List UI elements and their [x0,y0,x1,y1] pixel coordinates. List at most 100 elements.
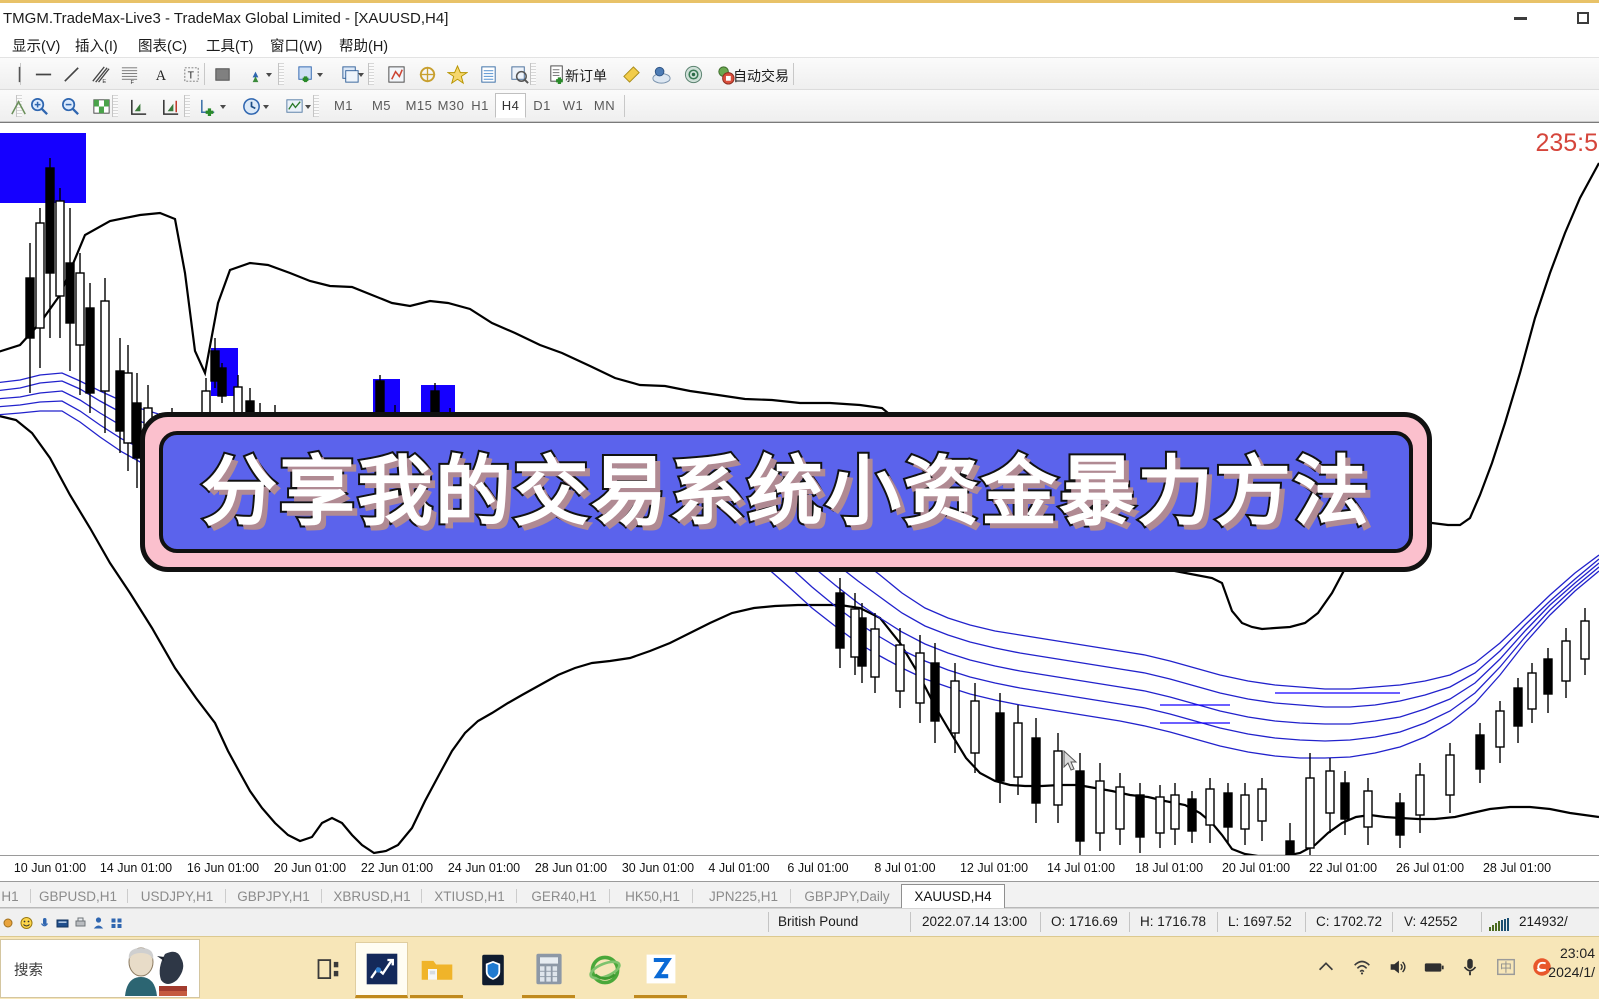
timeframe-button-d1[interactable]: D1 [527,93,557,118]
chart-tab-xbrusd-h1[interactable]: XBRUSD,H1 [325,885,419,907]
chart-shift-button[interactable] [157,93,183,119]
new-order-button[interactable] [544,61,570,87]
menu-item-2[interactable]: 图表(C) [136,35,189,55]
autotrading-button[interactable] [712,61,738,87]
taskbar-security-shield-button[interactable] [466,942,519,998]
time-axis-label: 14 Jul 01:00 [1046,861,1116,875]
toolbar-grip[interactable] [278,63,284,85]
timeframe-button-h4[interactable]: H4 [495,93,526,118]
taskbar-file-explorer-button[interactable] [410,942,463,998]
volume-button[interactable] [1387,956,1409,978]
chart-tab-ger40-h1[interactable]: GER40,H1 [521,885,607,907]
status-cell-3: H: 1716.78 [1140,914,1207,929]
internet-explorer-icon [588,955,621,985]
menu-item-0[interactable]: 显示(V) [10,35,62,55]
clock-date: 2024/1/ [1548,963,1595,980]
menu-item-4[interactable]: 窗口(W) [268,35,324,55]
menu-item-1[interactable]: 插入(I) [73,35,120,55]
navigator-icon [446,64,468,84]
taskbar-clock[interactable]: 23:04 2024/1/ [1548,944,1595,982]
chart-tab-xtiusd-h1[interactable]: XTIUSD,H1 [425,885,514,907]
show-hidden-buttons-chevron[interactable] [1315,956,1337,978]
toolbar-grip[interactable] [313,95,319,117]
chevron-down-icon[interactable] [220,105,226,109]
mql5-community-button[interactable] [648,61,674,87]
toolbar-grip[interactable] [368,63,374,85]
chart-tab-gbpjpy-daily[interactable]: GBPJPY,Daily [795,885,899,907]
terminal-button[interactable] [475,61,501,87]
horizontal-line-icon [35,73,51,75]
battery-button[interactable] [1423,956,1445,978]
indicators-button[interactable] [195,93,221,119]
market-watch-button[interactable] [383,61,409,87]
timeframe-button-w1[interactable]: W1 [558,93,588,118]
timeframe-button-m5[interactable]: M5 [364,93,399,118]
taskbar-task-view-button[interactable] [305,942,358,998]
trendline-icon [63,66,79,82]
crosshair-cursor-button[interactable] [6,61,32,87]
chart-tab-h1[interactable]: H1 [0,885,28,907]
wifi-button[interactable] [1351,956,1373,978]
text-button[interactable]: A [148,61,174,87]
arrows-button[interactable] [242,61,268,87]
microphone-icon [1463,958,1477,976]
banner-outer-frame: 分享我的交易系统小资金暴力方法 [140,412,1432,572]
taskbar-calculator-button[interactable] [522,942,575,998]
minimize-button[interactable] [1497,3,1543,33]
zoom-out-button[interactable] [57,93,83,119]
maximize-button[interactable] [1560,3,1599,33]
svg-text:中: 中 [1500,961,1512,975]
taskbar-internet-explorer-button[interactable] [578,942,631,998]
grid-button[interactable] [88,93,114,119]
chart-tab-gbpjpy-h1[interactable]: GBPJPY,H1 [228,885,319,907]
taskbar-zhihu-button[interactable] [634,942,687,998]
periods-button[interactable] [238,93,264,119]
text-label-icon: T [183,66,199,82]
navigator-button[interactable] [444,61,470,87]
time-axis-label: 26 Jul 01:00 [1395,861,1465,875]
timeframe-button-mn[interactable]: MN [589,93,620,118]
ime-chinese-button[interactable]: 中 [1495,956,1517,978]
toolbar-grip[interactable] [184,95,190,117]
data-window-button[interactable] [414,61,440,87]
chart-tab-xauusd-h4[interactable]: XAUUSD,H4 [901,884,1005,908]
tab-divider [127,889,128,903]
time-axis-label: 12 Jul 01:00 [959,861,1029,875]
menu-item-3[interactable]: 工具(T) [204,35,256,55]
grid-apps-icon [111,918,122,928]
new-chart-button[interactable] [293,61,319,87]
trendline-button[interactable] [58,61,84,87]
zoom-in-button[interactable] [26,93,52,119]
chart-tab-hk50-h1[interactable]: HK50,H1 [615,885,690,907]
templates-button[interactable] [281,93,307,119]
equidistant-channel-button[interactable]: E [86,61,112,87]
menu-item-5[interactable]: 帮助(H) [337,35,390,55]
autotrading-label[interactable]: 自动交易 [733,66,789,86]
strategy-tester-icon [510,65,529,84]
chevron-down-icon[interactable] [266,73,272,77]
timeframe-button-m1[interactable]: M1 [326,93,361,118]
strategy-tester-button[interactable] [506,61,532,87]
taskbar-search-box[interactable]: 搜索 [0,939,200,998]
timeframe-button-h1[interactable]: H1 [465,93,495,118]
chart-tab-gbpusd-h1[interactable]: GBPUSD,H1 [31,885,125,907]
chevron-down-icon[interactable] [317,73,323,77]
chevron-down-icon[interactable] [263,105,269,109]
chart-tab-jpn225-h1[interactable]: JPN225,H1 [699,885,788,907]
timeframe-button-m15[interactable]: M15 [401,93,437,118]
taskbar-metatrader-button[interactable] [355,942,408,998]
chart-tab-usdjpy-h1[interactable]: USDJPY,H1 [131,885,223,907]
text-label-button[interactable]: T [178,61,204,87]
chevron-down-icon[interactable] [358,73,364,77]
chevron-down-icon[interactable] [305,105,311,109]
horizontal-line-button[interactable] [30,61,56,87]
timeframe-button-m30[interactable]: M30 [433,93,469,118]
shapes-button[interactable] [209,61,235,87]
new-order-label[interactable]: 新订单 [565,66,607,86]
time-axis-label: 6 Jul 01:00 [787,861,849,875]
microphone-button[interactable] [1459,956,1481,978]
fibonacci-retracement-button[interactable]: F [116,61,142,87]
signals-button[interactable] [680,61,706,87]
metaeditor-button[interactable] [618,61,644,87]
auto-scroll-button[interactable] [125,93,151,119]
